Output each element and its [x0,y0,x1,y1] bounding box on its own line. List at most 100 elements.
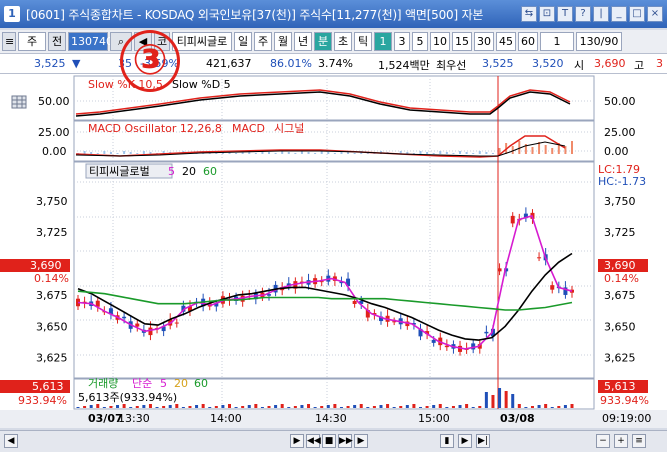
interval-select[interactable]: 1 [540,32,574,51]
macd-bar [294,153,297,154]
help-icon[interactable]: ? [575,6,591,22]
stock-name-field[interactable]: 티피씨글로 [172,32,232,51]
current-price: 3,525 [34,57,66,70]
volume-bar [313,407,317,408]
minute-45[interactable]: 45 [496,32,516,51]
volume-bar [188,406,192,408]
period-month[interactable]: 월 [274,32,292,51]
stoch-tick-left: 50.00 [38,95,70,108]
trade-amount: 1,524백만 [378,59,430,72]
macd-bar [426,152,429,154]
minute-15[interactable]: 15 [452,32,472,51]
zoom-out-icon[interactable]: − [596,434,610,448]
volume-bar [83,406,87,408]
market-select[interactable]: 주 [18,32,46,51]
toolbar: ≡ 주 전 130740 ⌕ ◀ 코 티피씨글로 일 주 월 년 분 초 틱 1… [0,30,667,54]
volume-bar [89,405,93,408]
stop-icon[interactable]: ■ [322,434,336,448]
period-day[interactable]: 일 [234,32,252,51]
volume-bar [570,404,574,408]
volume-bar [214,406,218,408]
volume-bar [241,406,245,408]
macd-bar [307,152,310,154]
all-button[interactable]: 전 [48,32,66,51]
close-icon[interactable]: × [647,6,663,22]
candle-body [484,331,489,334]
volume-bar [148,404,152,408]
price-tick-right: 3,625 [604,352,636,365]
capture-icon[interactable]: ⊡ [539,6,555,22]
volume-bar [438,404,442,408]
volume-left-tag: 5,613 [32,380,64,393]
macd-bar [129,152,132,154]
minute-60[interactable]: 60 [518,32,538,51]
volume-bar [517,404,521,408]
maximize-icon[interactable]: □ [629,6,645,22]
chart-svg[interactable]: Slow %K 10,5 Slow %D 5 50.00 50.00 MACD … [0,74,667,428]
candle-body [537,257,542,259]
grid-settings-icon[interactable] [11,95,27,109]
volume-bar [326,405,330,408]
price-tick-left: 3,750 [36,195,68,208]
macd-bar [347,152,350,154]
macd-tick-0-right: 0.00 [604,145,629,158]
pin-icon[interactable]: T [557,6,573,22]
period-minute[interactable]: 분 [314,32,332,51]
period-week[interactable]: 주 [254,32,272,51]
minute-30[interactable]: 30 [474,32,494,51]
menu-icon[interactable]: ≡ [2,32,16,51]
volume-bar [208,407,212,408]
volume-bar [274,405,278,408]
scroll-end-icon[interactable]: ▶| [476,434,490,448]
scroll-right-icon[interactable]: ▶ [458,434,472,448]
ma20-label: 20 [182,165,196,178]
fit-icon[interactable]: ≡ [632,434,646,448]
volume-ratio: 86.01% [270,57,312,70]
volume-bar [544,404,548,408]
minute-10[interactable]: 10 [430,32,450,51]
minute-1[interactable]: 1 [374,32,392,51]
volume-bar [96,404,100,408]
period-second[interactable]: 초 [334,32,352,51]
title-bar[interactable]: 1 [0601] 주식종합차트 - KOSDAQ 외국인보유[37(천)] 주식… [0,0,667,28]
volume-bar [102,407,106,408]
range-field[interactable]: 130/90 [576,32,622,51]
volume-right-tag: 5,613 [604,380,636,393]
volume-detail: 5,613주(933.94%) [78,391,177,404]
volume-bar [333,404,337,408]
candle-body [174,322,179,324]
forward-icon[interactable]: ▶▶ [338,434,353,448]
macd-bar [136,153,139,154]
scroll-left-icon[interactable]: ◀ [4,434,18,448]
link-icon[interactable]: ⇆ [521,6,537,22]
volume-bar [445,407,449,408]
scroll-thumb-icon[interactable]: ▮ [440,434,454,448]
period-tick[interactable]: 틱 [354,32,372,51]
window-title: [0601] 주식종합차트 - KOSDAQ 외국인보유[37(천)] 주식수[… [26,7,484,22]
scroll-prev-icon[interactable]: ▶ [290,434,304,448]
zoom-in-icon[interactable]: + [614,434,628,448]
step-forward-icon[interactable]: ▶ [354,434,368,448]
macd-tick-25-right: 25.00 [604,126,636,139]
volume-bar [524,407,528,408]
minute-5[interactable]: 5 [412,32,428,51]
window-buttons: ⇆ ⊡ T ? | _ □ × [521,6,663,22]
current-pct-left: 0.14% [34,272,69,285]
price-tick-left: 3,625 [36,352,68,365]
rewind-icon[interactable]: ◀◀ [306,434,321,448]
macd-title-macd: MACD [232,122,265,135]
period-year[interactable]: 년 [294,32,312,51]
macd-bar [459,151,462,154]
minimize-icon[interactable]: _ [611,6,627,22]
volume-bar [168,405,172,408]
macd-bar [96,153,99,154]
chart-area[interactable]: Slow %K 10,5 Slow %D 5 50.00 50.00 MACD … [0,74,667,428]
volume-bar [550,407,554,408]
minute-3[interactable]: 3 [394,32,410,51]
volume-right-pct: 933.94% [600,394,649,407]
macd-bar [472,153,475,154]
macd-bar [90,152,93,154]
volume-bar [129,407,133,408]
volume-bar [451,406,455,408]
stock-code-input[interactable]: 130740 [68,32,113,51]
